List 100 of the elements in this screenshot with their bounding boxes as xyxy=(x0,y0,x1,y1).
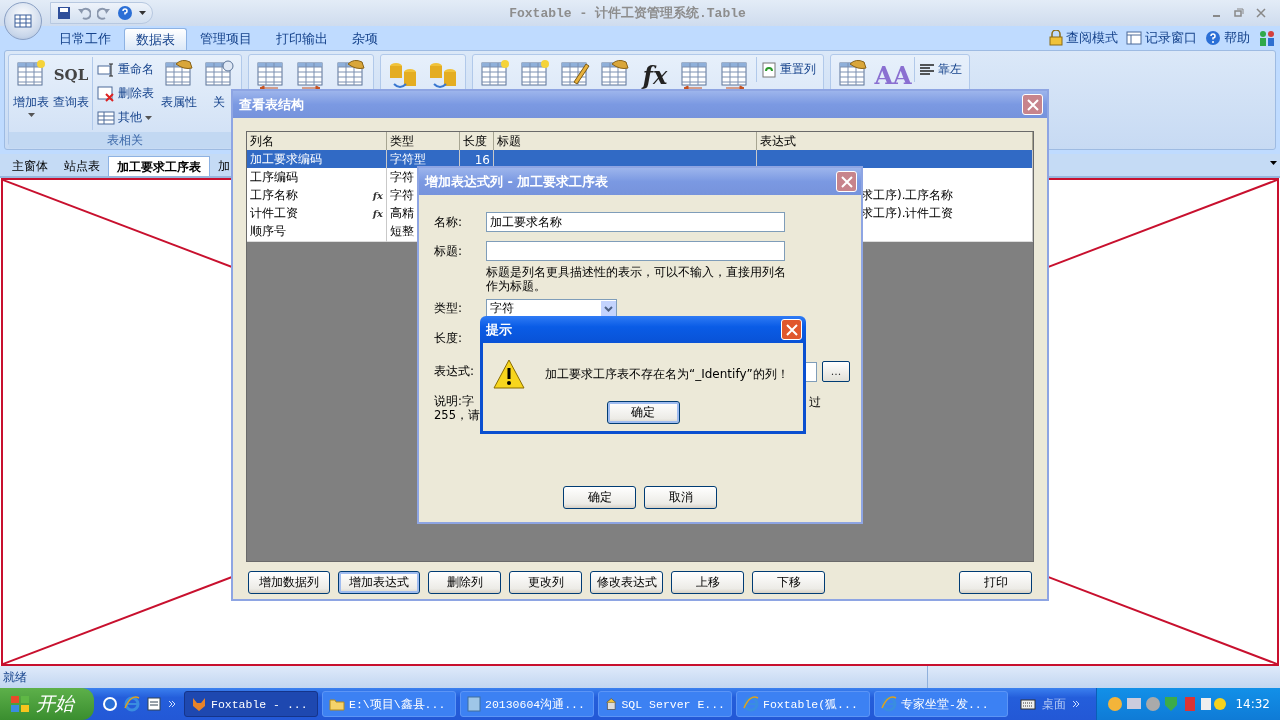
ribbon-button[interactable]: fx xyxy=(636,57,674,92)
ribbon-tab[interactable]: 杂项 xyxy=(341,28,389,50)
table-cell[interactable]: 加工要求编码 xyxy=(247,150,387,170)
ribbon-button[interactable]: 删除表 xyxy=(97,83,154,104)
dialog-button[interactable]: 下移 xyxy=(752,571,825,594)
dialog-button[interactable]: 取消 xyxy=(644,486,717,509)
tray-icons-drawing[interactable] xyxy=(1107,695,1228,713)
dialog-button[interactable]: 增加表达式 xyxy=(338,571,420,594)
field-label: 标题: xyxy=(434,242,464,260)
customize-caret-icon xyxy=(139,11,146,15)
table-cell[interactable]: 计件工资 fx xyxy=(247,204,387,224)
print-button[interactable]: 打印 xyxy=(959,571,1032,594)
table-cell[interactable]: 顺序号 xyxy=(247,222,387,242)
browser-icon xyxy=(881,696,897,712)
folder-icon xyxy=(329,697,345,711)
browse-button[interactable]: ... xyxy=(822,361,850,382)
table-cell[interactable]: 工序名称 fx xyxy=(247,186,387,206)
column-header[interactable]: 表达式 xyxy=(757,132,1033,152)
note-text: 过 xyxy=(809,394,821,411)
align-left-icon xyxy=(919,62,935,77)
chevron-icon[interactable] xyxy=(168,700,176,708)
taskbar-button[interactable]: SQL Server E... xyxy=(598,691,732,717)
table-cell[interactable]: 工序编码 xyxy=(247,168,387,188)
taskbar-button[interactable]: 20130604沟通... xyxy=(460,691,594,717)
dialog-button[interactable]: 修改表达式 xyxy=(590,571,663,594)
rename-icon xyxy=(97,61,115,78)
ribbon-tab[interactable]: 打印输出 xyxy=(265,28,339,50)
dialog-button[interactable]: 上移 xyxy=(671,571,744,594)
ribbon-button[interactable]: 其他 xyxy=(97,107,154,128)
window-icon xyxy=(1126,31,1142,45)
document-icon xyxy=(467,696,481,712)
refresh-icon xyxy=(761,61,777,78)
desktop-label[interactable]: 桌面 xyxy=(1042,695,1066,713)
taskbar-button[interactable]: 专家坐堂-发... xyxy=(874,691,1008,717)
dialog-button[interactable]: 确定 xyxy=(563,486,636,509)
window-title: Foxtable - 计件工资管理系统.Table xyxy=(508,5,747,22)
table-icon xyxy=(97,109,115,126)
close-button[interactable] xyxy=(836,171,857,192)
keyboard-icon[interactable] xyxy=(1020,698,1036,710)
taskbar-button[interactable]: E:\项目\鑫县... xyxy=(322,691,456,717)
name-field[interactable]: 加工要求名称 xyxy=(486,212,785,232)
delete-table-icon xyxy=(97,85,115,102)
header-link[interactable]: 记录窗口 xyxy=(1126,29,1197,47)
ribbon-button[interactable]: 重置列 xyxy=(761,59,816,80)
ribbon-tab[interactable]: 管理项目 xyxy=(189,28,263,50)
tool-icon xyxy=(605,696,618,712)
column-header[interactable]: 列名 xyxy=(247,132,387,152)
help-icon[interactable] xyxy=(117,5,133,21)
close-button[interactable] xyxy=(1022,94,1043,115)
taskbar-button[interactable]: Foxtable - ... xyxy=(184,691,318,717)
dialog-title: 查看表结构 xyxy=(239,95,305,114)
restore-icon[interactable] xyxy=(1234,8,1244,18)
column-header[interactable]: 长度 xyxy=(460,132,494,152)
hint-text: 标题是列名更具描述性的表示，可以不输入，直接用列名作为标题。 xyxy=(486,265,787,293)
tab-list-caret-icon xyxy=(1270,161,1277,165)
dialog-button[interactable]: 增加数据列 xyxy=(248,571,330,594)
save-icon[interactable] xyxy=(57,6,71,20)
document-tab[interactable]: 站点表 xyxy=(56,156,108,176)
field-label: 表达式: xyxy=(434,363,476,380)
note-text: 说明:字 xyxy=(434,394,475,408)
ribbon-button[interactable]: 关 xyxy=(200,57,238,111)
dialog-button[interactable]: 更改列 xyxy=(509,571,582,594)
dialog-title: 提示 xyxy=(486,320,513,339)
taskbar-button[interactable]: Foxtable(狐... xyxy=(736,691,870,717)
fox-icon xyxy=(191,696,207,712)
redo-icon[interactable] xyxy=(97,6,111,20)
field-label: 长度: xyxy=(434,330,464,347)
caption-field[interactable] xyxy=(486,241,785,261)
close-icon[interactable] xyxy=(1256,8,1266,18)
formula-mark: fx xyxy=(372,190,383,201)
windows-logo-icon xyxy=(10,695,30,713)
column-header[interactable]: 标题 xyxy=(494,132,757,152)
document-tab[interactable]: 主窗体 xyxy=(4,156,56,176)
warning-icon xyxy=(493,359,525,389)
column-header[interactable]: 类型 xyxy=(387,132,460,152)
document-tab[interactable]: 加工要求工序表 xyxy=(108,156,210,176)
ribbon-button[interactable]: SQL 查询表 xyxy=(52,57,90,111)
ribbon-tab[interactable]: 数据表 xyxy=(124,28,187,50)
ribbon-button[interactable]: 靠左 xyxy=(919,59,962,80)
ok-button[interactable]: 确定 xyxy=(606,401,680,424)
users-icon[interactable] xyxy=(1258,29,1276,47)
ribbon-button[interactable]: 表属性 xyxy=(160,57,198,111)
chevron-icon[interactable] xyxy=(1072,700,1080,708)
ribbon-tab[interactable]: 日常工作 xyxy=(48,28,122,50)
undo-icon[interactable] xyxy=(77,6,91,20)
formula-mark: fx xyxy=(372,208,383,219)
browser-icon xyxy=(743,696,759,712)
clock: 14:32 xyxy=(1235,697,1270,711)
dialog-button[interactable]: 删除列 xyxy=(428,571,501,594)
header-link[interactable]: 帮助 xyxy=(1205,29,1250,47)
table-icon xyxy=(14,14,32,28)
close-icon xyxy=(840,175,853,188)
lock-icon xyxy=(1049,30,1063,46)
field-label: 类型: xyxy=(434,300,464,317)
ribbon-button[interactable]: 重命名 xyxy=(97,59,154,80)
header-link[interactable]: 查阅模式 xyxy=(1049,29,1118,47)
k-circle-icon[interactable] xyxy=(102,696,118,712)
notepad-icon[interactable] xyxy=(146,696,162,712)
close-button[interactable] xyxy=(781,319,802,340)
ribbon-button[interactable]: 增加表 xyxy=(12,57,50,117)
